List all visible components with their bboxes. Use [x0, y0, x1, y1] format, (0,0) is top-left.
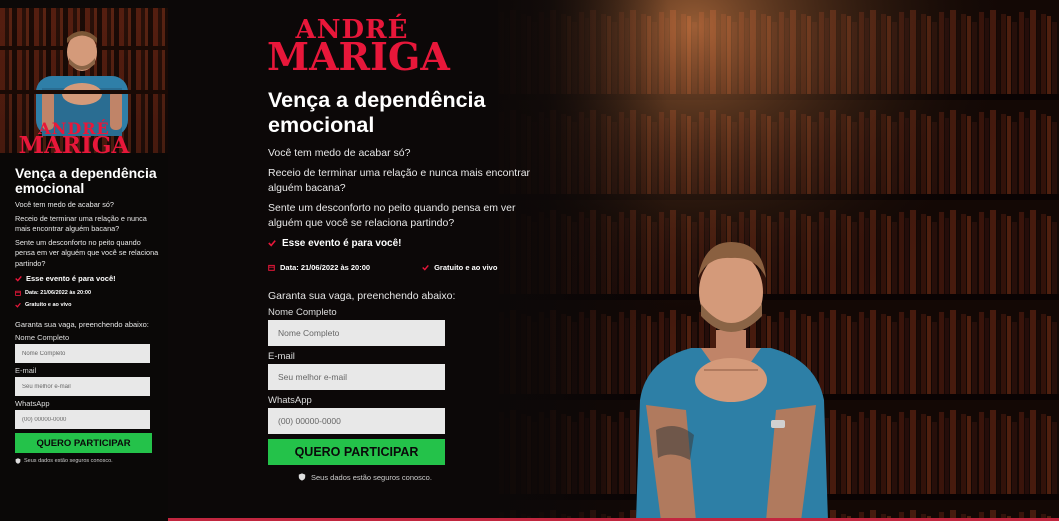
- mobile-paragraph-2: Receio de terminar uma relação e nunca m…: [15, 213, 147, 234]
- name-label: Nome Completo: [268, 306, 337, 318]
- mobile-phone-label: WhatsApp: [15, 399, 50, 408]
- secure-text: Seus dados estão seguros conosco.: [24, 458, 113, 464]
- mobile-paragraph-3: Sente um desconforto no peito quando pen…: [15, 237, 159, 268]
- email-label: E-mail: [268, 350, 295, 362]
- brand-line-2: MARIGA: [267, 34, 450, 80]
- event-meta: Data: 21/06/2022 às 20:00 Gratuito e ao …: [268, 263, 538, 272]
- secure-text: Seus dados estão seguros conosco.: [311, 472, 432, 482]
- submit-button[interactable]: QUERO PARTICIPAR: [268, 438, 445, 465]
- check-icon: [15, 302, 21, 308]
- mobile-content: Vença a dependência emocional Você tem m…: [15, 166, 160, 464]
- form-intro: Garanta sua vaga, preenchendo abaixo:: [268, 289, 456, 302]
- check-icon: [422, 264, 429, 271]
- paragraph-3: Sente um desconforto no peito quando pen…: [268, 201, 516, 230]
- host-photo: [636, 242, 828, 521]
- mobile-form-intro: Garanta sua vaga, preenchendo abaixo:: [15, 320, 149, 329]
- event-type-text: Gratuito e ao vivo: [434, 262, 498, 272]
- paragraph-2: Receio de terminar uma relação e nunca m…: [268, 166, 531, 195]
- event-type-text: Gratuito e ao vivo: [25, 302, 72, 308]
- mobile-highlight: Esse evento é para você!: [15, 274, 160, 283]
- mobile-headline: Vença a dependência emocional: [15, 165, 157, 196]
- event-date-text: Data: 21/06/2022 às 20:00: [25, 290, 92, 296]
- brand-line-2: MARIGA: [18, 131, 130, 159]
- event-date-text: Data: 21/06/2022 às 20:00: [280, 262, 371, 272]
- secure-note: Seus dados estão seguros conosco.: [298, 473, 538, 482]
- check-icon: [268, 240, 276, 247]
- shield-icon: [298, 473, 306, 481]
- mobile-submit-button[interactable]: QUERO PARTICIPAR: [15, 433, 152, 453]
- brand-logo: ANDRÉ MARIGA: [267, 17, 450, 80]
- check-icon: [15, 275, 22, 282]
- mobile-paragraph-1: Você tem medo de acabar só?: [15, 200, 114, 209]
- mobile-host-photo: [36, 31, 128, 136]
- paragraph-1: Você tem medo de acabar só?: [268, 147, 411, 159]
- event-date: Data: 21/06/2022 às 20:00: [268, 263, 370, 272]
- main-content: Vença a dependência emocional Você tem m…: [268, 88, 538, 482]
- event-type: Gratuito e ao vivo: [422, 263, 497, 272]
- highlight-text: Esse evento é para você!: [282, 237, 402, 249]
- name-input[interactable]: [268, 319, 445, 346]
- highlight-text: Esse evento é para você!: [26, 274, 116, 283]
- phone-label: WhatsApp: [268, 394, 312, 406]
- headline: Vença a dependência emocional: [268, 88, 486, 137]
- mobile-email-label: E-mail: [15, 366, 37, 375]
- highlight: Esse evento é para você!: [268, 238, 538, 249]
- calendar-icon: [268, 264, 275, 271]
- desktop-preview: ANDRÉ MARIGA Vença a dependência emocion…: [168, 0, 1059, 521]
- mobile-preview: ANDRÉ MARIGA Vença a dependência emocion…: [0, 8, 168, 521]
- email-input[interactable]: [268, 363, 445, 390]
- phone-input[interactable]: [268, 407, 445, 434]
- mobile-event-type: Gratuito e ao vivo: [15, 302, 160, 308]
- calendar-icon: [15, 290, 21, 296]
- mobile-event-date: Data: 21/06/2022 às 20:00: [15, 290, 160, 296]
- mobile-email-input[interactable]: [15, 377, 150, 396]
- mobile-name-input[interactable]: [15, 344, 150, 363]
- mobile-secure-note: Seus dados estão seguros conosco.: [15, 458, 160, 464]
- shield-icon: [15, 458, 21, 464]
- mobile-name-label: Nome Completo: [15, 333, 70, 342]
- mobile-phone-input[interactable]: [15, 410, 150, 429]
- mobile-brand-logo: ANDRÉ MARIGA: [14, 121, 134, 159]
